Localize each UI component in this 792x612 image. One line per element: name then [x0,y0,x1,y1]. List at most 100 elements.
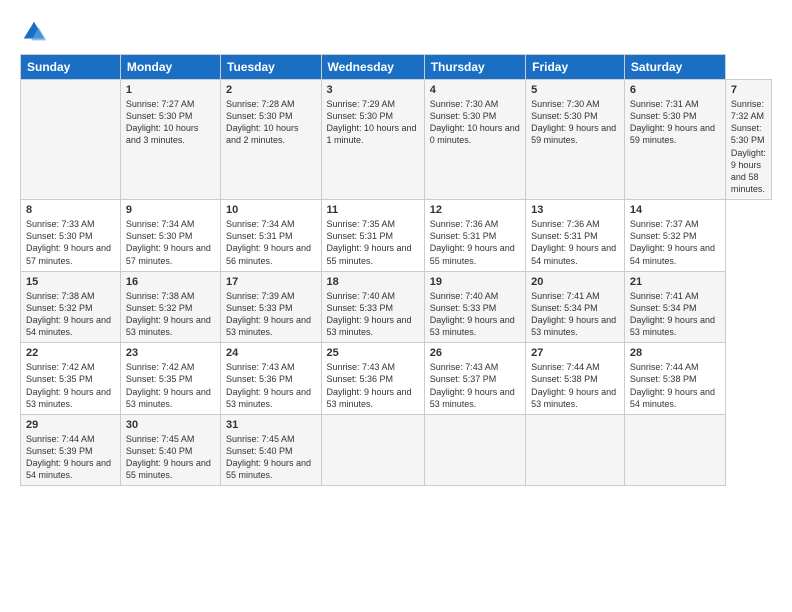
sunset-label: Sunset: 5:38 PM [630,374,697,384]
day-info: Sunrise: 7:34 AM Sunset: 5:30 PM Dayligh… [126,218,215,267]
day-info: Sunrise: 7:35 AM Sunset: 5:31 PM Dayligh… [327,218,419,267]
sunrise-label: Sunrise: 7:30 AM [430,99,499,109]
daylight-label: Daylight: 9 hours and 54 minutes. [630,243,715,265]
daylight-label: Daylight: 9 hours and 53 minutes. [327,387,412,409]
daylight-label: Daylight: 9 hours and 55 minutes. [327,243,412,265]
daylight-label: Daylight: 9 hours and 58 minutes. [731,148,766,194]
daylight-label: Daylight: 9 hours and 54 minutes. [630,387,715,409]
sunset-label: Sunset: 5:30 PM [226,111,293,121]
sunset-label: Sunset: 5:38 PM [531,374,598,384]
sunrise-label: Sunrise: 7:35 AM [327,219,396,229]
daylight-label: Daylight: 9 hours and 53 minutes. [226,387,311,409]
day-info: Sunrise: 7:41 AM Sunset: 5:34 PM Dayligh… [531,290,619,339]
daylight-label: Daylight: 10 hours and 1 minute. [327,123,417,145]
daylight-label: Daylight: 9 hours and 53 minutes. [531,315,616,337]
day-info: Sunrise: 7:36 AM Sunset: 5:31 PM Dayligh… [430,218,520,267]
day-number: 25 [327,347,419,359]
day-info: Sunrise: 7:42 AM Sunset: 5:35 PM Dayligh… [126,361,215,410]
sunrise-label: Sunrise: 7:40 AM [430,291,499,301]
calendar-week-row: 29 Sunrise: 7:44 AM Sunset: 5:39 PM Dayl… [21,414,772,486]
calendar-day-cell: 3 Sunrise: 7:29 AM Sunset: 5:30 PM Dayli… [321,80,424,200]
calendar-week-row: 15 Sunrise: 7:38 AM Sunset: 5:32 PM Dayl… [21,271,772,343]
day-info: Sunrise: 7:41 AM Sunset: 5:34 PM Dayligh… [630,290,720,339]
calendar-day-cell: 21 Sunrise: 7:41 AM Sunset: 5:34 PM Dayl… [624,271,725,343]
day-info: Sunrise: 7:45 AM Sunset: 5:40 PM Dayligh… [126,433,215,482]
sunrise-label: Sunrise: 7:36 AM [531,219,600,229]
day-info: Sunrise: 7:34 AM Sunset: 5:31 PM Dayligh… [226,218,316,267]
sunset-label: Sunset: 5:36 PM [226,374,293,384]
calendar-day-cell: 27 Sunrise: 7:44 AM Sunset: 5:38 PM Dayl… [526,343,625,415]
daylight-label: Daylight: 9 hours and 59 minutes. [531,123,616,145]
calendar-day-cell [526,414,625,486]
sunset-label: Sunset: 5:33 PM [430,303,497,313]
daylight-label: Daylight: 9 hours and 54 minutes. [26,458,111,480]
sunset-label: Sunset: 5:35 PM [126,374,193,384]
calendar-day-cell [21,80,121,200]
daylight-label: Daylight: 10 hours and 0 minutes. [430,123,520,145]
sunset-label: Sunset: 5:40 PM [226,446,293,456]
daylight-label: Daylight: 9 hours and 55 minutes. [226,458,311,480]
calendar-day-cell: 9 Sunrise: 7:34 AM Sunset: 5:30 PM Dayli… [120,200,220,272]
day-info: Sunrise: 7:30 AM Sunset: 5:30 PM Dayligh… [430,98,520,147]
sunset-label: Sunset: 5:36 PM [327,374,394,384]
day-number: 3 [327,84,419,96]
day-number: 12 [430,204,520,216]
calendar-header-cell: Sunday [21,55,121,80]
sunset-label: Sunset: 5:30 PM [731,123,765,145]
calendar-header-cell: Thursday [424,55,525,80]
daylight-label: Daylight: 9 hours and 55 minutes. [430,243,515,265]
calendar-day-cell: 12 Sunrise: 7:36 AM Sunset: 5:31 PM Dayl… [424,200,525,272]
logo-icon [20,18,48,46]
sunset-label: Sunset: 5:30 PM [126,231,193,241]
daylight-label: Daylight: 9 hours and 53 minutes. [327,315,412,337]
calendar-day-cell: 10 Sunrise: 7:34 AM Sunset: 5:31 PM Dayl… [221,200,322,272]
calendar-day-cell: 14 Sunrise: 7:37 AM Sunset: 5:32 PM Dayl… [624,200,725,272]
sunset-label: Sunset: 5:35 PM [26,374,93,384]
daylight-label: Daylight: 9 hours and 59 minutes. [630,123,715,145]
calendar-day-cell [321,414,424,486]
calendar-header-cell: Monday [120,55,220,80]
calendar-day-cell: 28 Sunrise: 7:44 AM Sunset: 5:38 PM Dayl… [624,343,725,415]
day-info: Sunrise: 7:27 AM Sunset: 5:30 PM Dayligh… [126,98,215,147]
sunset-label: Sunset: 5:31 PM [327,231,394,241]
day-info: Sunrise: 7:33 AM Sunset: 5:30 PM Dayligh… [26,218,115,267]
sunrise-label: Sunrise: 7:30 AM [531,99,600,109]
daylight-label: Daylight: 9 hours and 56 minutes. [226,243,311,265]
daylight-label: Daylight: 9 hours and 53 minutes. [430,387,515,409]
calendar-day-cell: 13 Sunrise: 7:36 AM Sunset: 5:31 PM Dayl… [526,200,625,272]
day-number: 31 [226,419,316,431]
sunset-label: Sunset: 5:30 PM [430,111,497,121]
sunrise-label: Sunrise: 7:41 AM [630,291,699,301]
sunrise-label: Sunrise: 7:34 AM [226,219,295,229]
day-info: Sunrise: 7:28 AM Sunset: 5:30 PM Dayligh… [226,98,316,147]
sunset-label: Sunset: 5:39 PM [26,446,93,456]
calendar-header-cell: Wednesday [321,55,424,80]
calendar-day-cell: 11 Sunrise: 7:35 AM Sunset: 5:31 PM Dayl… [321,200,424,272]
sunrise-label: Sunrise: 7:37 AM [630,219,699,229]
day-number: 6 [630,84,720,96]
calendar-day-cell: 2 Sunrise: 7:28 AM Sunset: 5:30 PM Dayli… [221,80,322,200]
sunrise-label: Sunrise: 7:38 AM [26,291,95,301]
sunset-label: Sunset: 5:30 PM [327,111,394,121]
day-number: 30 [126,419,215,431]
day-number: 7 [731,84,766,96]
daylight-label: Daylight: 9 hours and 53 minutes. [226,315,311,337]
sunset-label: Sunset: 5:37 PM [430,374,497,384]
day-number: 5 [531,84,619,96]
day-info: Sunrise: 7:45 AM Sunset: 5:40 PM Dayligh… [226,433,316,482]
sunset-label: Sunset: 5:33 PM [226,303,293,313]
day-number: 10 [226,204,316,216]
daylight-label: Daylight: 9 hours and 54 minutes. [26,315,111,337]
daylight-label: Daylight: 9 hours and 57 minutes. [26,243,111,265]
sunrise-label: Sunrise: 7:28 AM [226,99,295,109]
day-info: Sunrise: 7:43 AM Sunset: 5:36 PM Dayligh… [327,361,419,410]
sunrise-label: Sunrise: 7:39 AM [226,291,295,301]
sunset-label: Sunset: 5:33 PM [327,303,394,313]
calendar-day-cell: 15 Sunrise: 7:38 AM Sunset: 5:32 PM Dayl… [21,271,121,343]
day-info: Sunrise: 7:36 AM Sunset: 5:31 PM Dayligh… [531,218,619,267]
sunset-label: Sunset: 5:34 PM [630,303,697,313]
day-info: Sunrise: 7:42 AM Sunset: 5:35 PM Dayligh… [26,361,115,410]
day-info: Sunrise: 7:40 AM Sunset: 5:33 PM Dayligh… [327,290,419,339]
day-number: 28 [630,347,720,359]
sunset-label: Sunset: 5:31 PM [531,231,598,241]
